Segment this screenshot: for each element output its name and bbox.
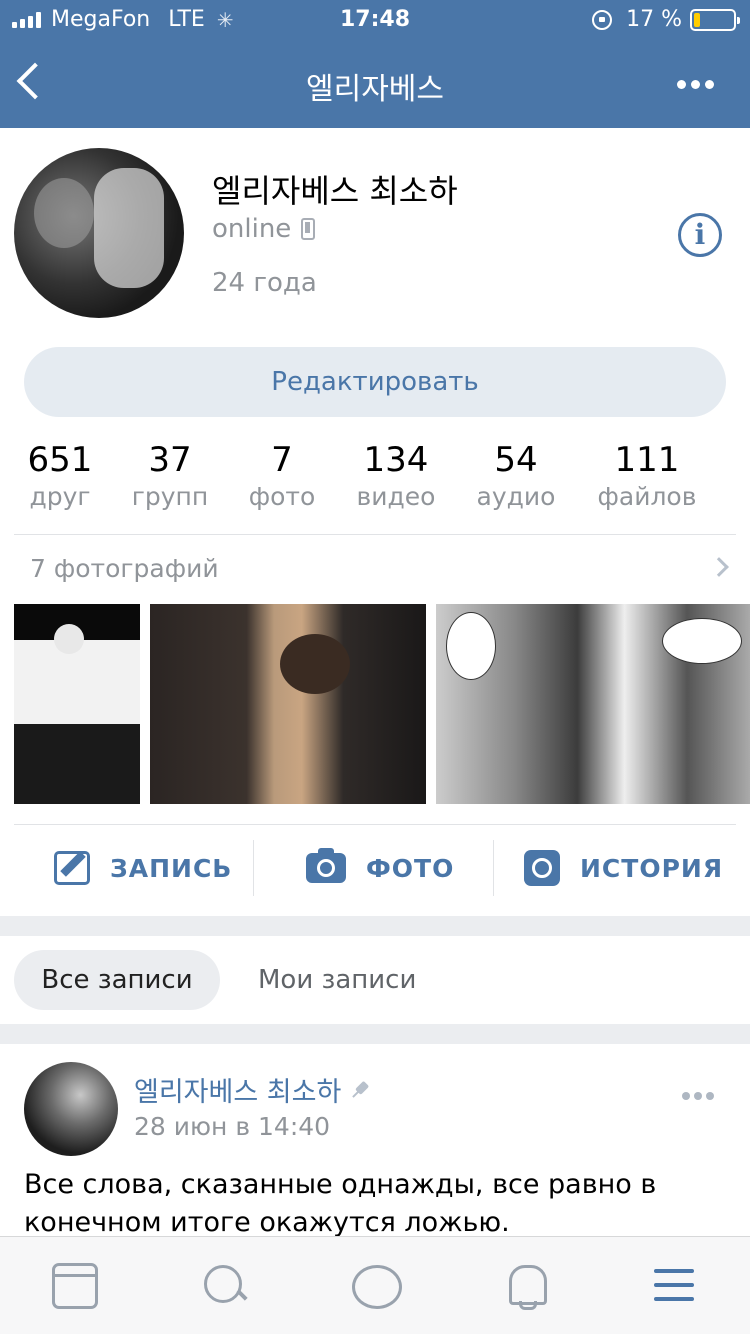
counter-label: друг (29, 482, 91, 511)
news-icon[interactable] (52, 1263, 98, 1309)
notifications-icon[interactable] (502, 1263, 548, 1310)
counter-value: 7 (271, 440, 293, 480)
counter-photos[interactable]: 7 фото (232, 438, 332, 512)
post-date: 28 июн в 14:40 (134, 1112, 331, 1141)
profile-avatar[interactable] (14, 148, 184, 318)
tab-bar (0, 1236, 750, 1334)
story-camera-icon (524, 850, 560, 886)
battery-percent: 17 % (626, 7, 682, 32)
online-status: online (212, 214, 316, 244)
wall-post: 엘리자베스 최소하 28 июн в 14:40 Все слова, сказ… (0, 1044, 750, 1244)
counter-value: 651 (27, 440, 93, 480)
search-icon[interactable] (202, 1263, 248, 1309)
camera-icon (306, 848, 346, 883)
add-story-label: ИСТОРИЯ (580, 853, 724, 883)
post-more-icon[interactable] (682, 1092, 714, 1100)
add-photo-label: ФОТО (366, 853, 455, 883)
counter-label: аудио (476, 482, 556, 511)
profile-name: 엘리자베스 최소하 (212, 172, 458, 210)
online-label: online (212, 214, 292, 244)
mobile-phone-icon (301, 218, 316, 240)
new-post-button[interactable]: ЗАПИСЬ (54, 838, 232, 898)
photo-thumbnail[interactable] (14, 604, 140, 804)
counter-value: 134 (363, 440, 429, 480)
profile-age: 24 года (212, 268, 317, 298)
tab-all-posts[interactable]: Все записи (14, 950, 220, 1010)
counter-videos[interactable]: 134 видео (346, 438, 446, 512)
photo-thumbnail[interactable] (436, 604, 750, 804)
status-right: 17 % (592, 7, 740, 32)
divider (14, 824, 736, 825)
counter-value: 54 (494, 440, 538, 480)
battery-icon (690, 8, 740, 31)
nav-title: 엘리자베스 (306, 72, 444, 107)
status-bar: MegaFon LTE ✳ 17:48 17 % (0, 0, 750, 40)
avatar[interactable] (24, 1062, 118, 1156)
counter-value: 111 (614, 440, 680, 480)
post-author[interactable]: 엘리자베스 최소하 (134, 1070, 369, 1109)
top-bar: MegaFon LTE ✳ 17:48 17 % 엘리자베스 (0, 0, 750, 128)
counter-label: фото (248, 482, 316, 511)
menu-icon[interactable] (652, 1263, 698, 1309)
add-story-button[interactable]: ИСТОРИЯ (524, 838, 723, 898)
counter-files[interactable]: 111 файлов (590, 438, 704, 512)
counter-friends[interactable]: 651 друг (0, 438, 120, 512)
divider (14, 534, 736, 535)
photos-header[interactable]: 7 фотографий (30, 554, 219, 583)
divider (253, 840, 254, 896)
new-post-label: ЗАПИСЬ (110, 853, 233, 883)
rotation-lock-icon (592, 9, 613, 30)
counters-row: 651 друг 37 групп 7 фото 134 видео 54 ау… (0, 438, 750, 518)
edit-profile-button[interactable]: Редактировать (24, 347, 726, 417)
more-icon[interactable] (677, 80, 714, 89)
profile-card: 엘리자베스 최소하 online 24 года i Редактировать… (0, 128, 750, 916)
chevron-right-icon[interactable] (709, 557, 729, 577)
tab-my-posts[interactable]: Мои записи (258, 950, 416, 1010)
messages-icon[interactable] (352, 1263, 402, 1309)
quick-actions: ЗАПИСЬ ФОТО ИСТОРИЯ (0, 838, 750, 898)
counter-label: групп (131, 482, 209, 511)
info-icon[interactable]: i (678, 213, 722, 257)
counter-audio[interactable]: 54 аудио (466, 438, 566, 512)
post-text: Все слова, сказанные однажды, все равно … (24, 1169, 657, 1238)
pin-icon (348, 1077, 373, 1102)
add-photo-button[interactable]: ФОТО (306, 838, 454, 898)
edit-icon (54, 851, 90, 885)
counter-value: 37 (148, 440, 192, 480)
wall-filter-tabs: Все записи Мои записи (0, 936, 750, 1024)
counter-label: файлов (597, 482, 697, 511)
counter-label: видео (356, 482, 436, 511)
divider (493, 840, 494, 896)
counter-groups[interactable]: 37 групп (120, 438, 220, 512)
post-author-name: 엘리자베스 최소하 (134, 1077, 342, 1108)
photo-thumbnail[interactable] (150, 604, 426, 804)
